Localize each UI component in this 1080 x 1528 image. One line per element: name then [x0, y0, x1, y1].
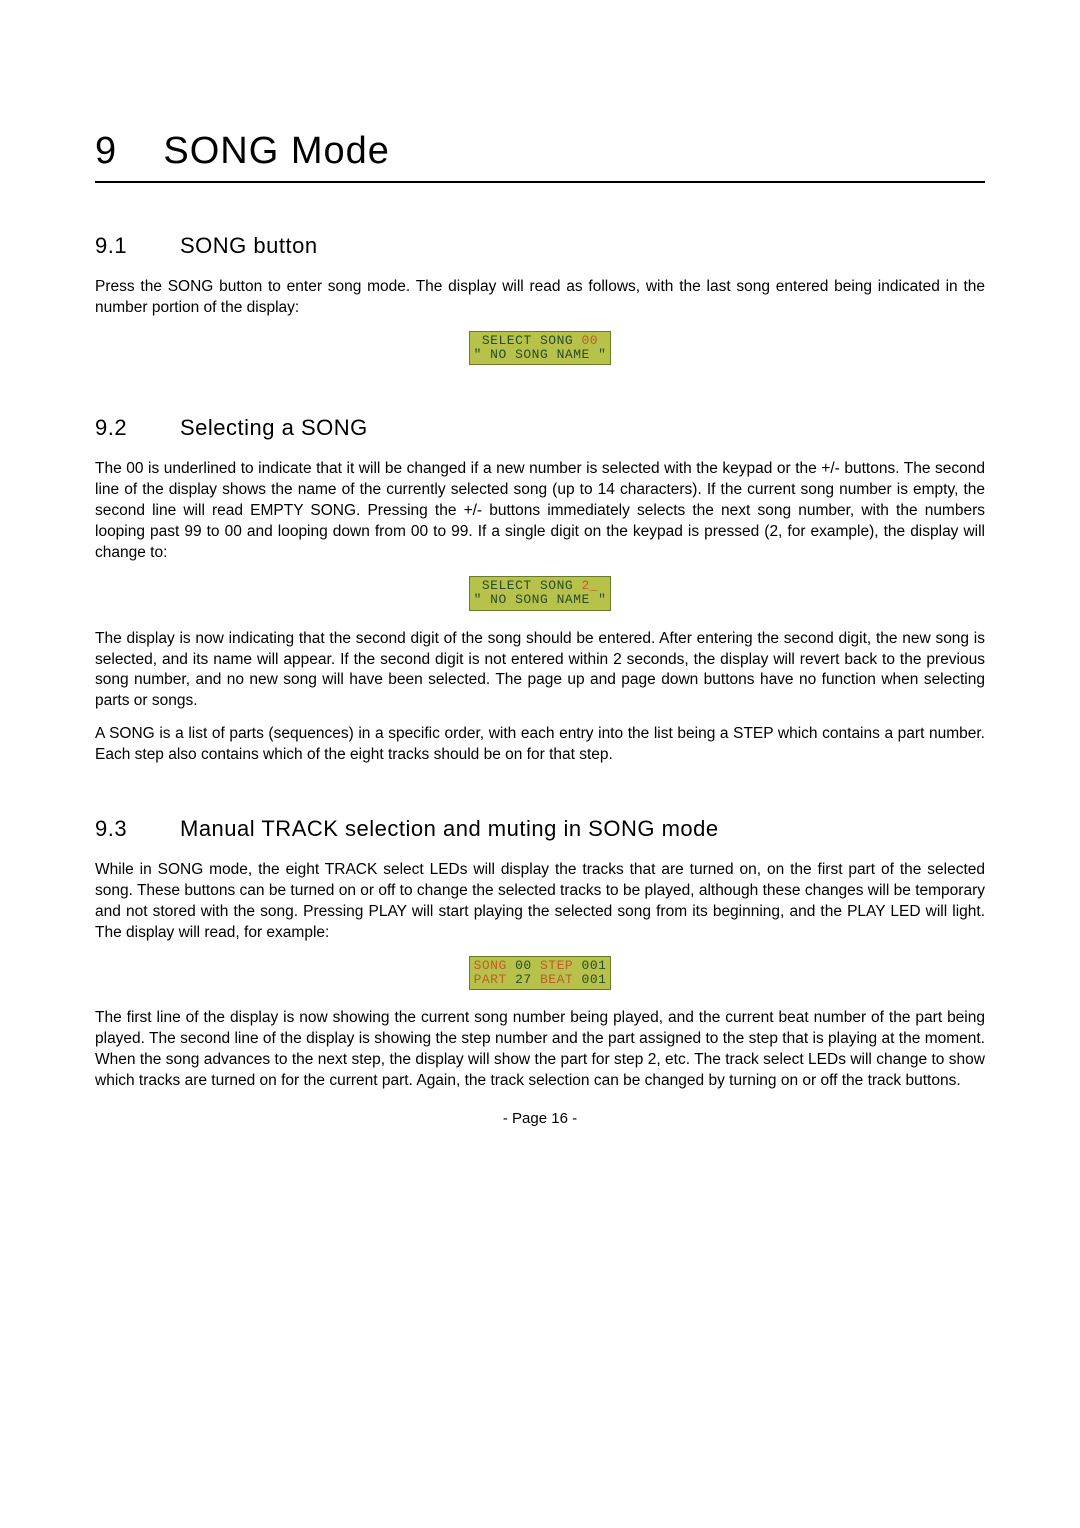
lcd-text: 001 — [582, 972, 607, 987]
chapter-title: 9 SONG Mode — [95, 130, 985, 183]
section-heading-9-1: 9.1SONG button — [95, 233, 985, 259]
lcd-highlight: 2_ — [582, 578, 599, 593]
lcd-text: 001 — [582, 958, 607, 973]
section-title: Manual TRACK selection and muting in SON… — [180, 816, 719, 841]
chapter-name: SONG Mode — [163, 130, 390, 172]
lcd-display-3: SONG 00 STEP 001 PART 27 BEAT 001 — [95, 956, 985, 991]
section-title: Selecting a SONG — [180, 415, 368, 440]
chapter-number: 9 — [95, 130, 117, 172]
paragraph: The first line of the display is now sho… — [95, 1008, 985, 1092]
section-number: 9.1 — [95, 233, 180, 259]
lcd-text: SELECT SONG — [474, 333, 582, 348]
section-heading-9-3: 9.3Manual TRACK selection and muting in … — [95, 816, 985, 842]
lcd-screen: SELECT SONG 00 " NO SONG NAME " — [469, 331, 612, 366]
lcd-text: 00 — [515, 958, 532, 973]
paragraph: A SONG is a list of parts (sequences) in… — [95, 724, 985, 766]
lcd-highlight: BEAT — [532, 972, 582, 987]
lcd-text: " NO SONG NAME " — [474, 348, 607, 362]
section-heading-9-2: 9.2Selecting a SONG — [95, 415, 985, 441]
lcd-highlight: SONG — [474, 958, 516, 973]
lcd-highlight: 00 — [582, 333, 599, 348]
paragraph: Press the SONG button to enter song mode… — [95, 277, 985, 319]
paragraph: The 00 is underlined to indicate that it… — [95, 459, 985, 564]
section-number: 9.2 — [95, 415, 180, 441]
lcd-text: " NO SONG NAME " — [474, 593, 607, 607]
lcd-text: SELECT SONG — [474, 578, 582, 593]
lcd-highlight: PART — [474, 972, 516, 987]
lcd-display-1: SELECT SONG 00 " NO SONG NAME " — [95, 331, 985, 366]
section-number: 9.3 — [95, 816, 180, 842]
lcd-highlight: STEP — [532, 958, 582, 973]
paragraph: The display is now indicating that the s… — [95, 629, 985, 713]
lcd-screen: SELECT SONG 2_ " NO SONG NAME " — [469, 576, 612, 611]
paragraph: While in SONG mode, the eight TRACK sele… — [95, 860, 985, 944]
lcd-screen: SONG 00 STEP 001 PART 27 BEAT 001 — [469, 956, 612, 991]
page-content: 9 SONG Mode 9.1SONG button Press the SON… — [0, 0, 1080, 1167]
page-footer: - Page 16 - — [95, 1110, 985, 1127]
lcd-text: 27 — [515, 972, 532, 987]
section-title: SONG button — [180, 233, 318, 258]
lcd-display-2: SELECT SONG 2_ " NO SONG NAME " — [95, 576, 985, 611]
